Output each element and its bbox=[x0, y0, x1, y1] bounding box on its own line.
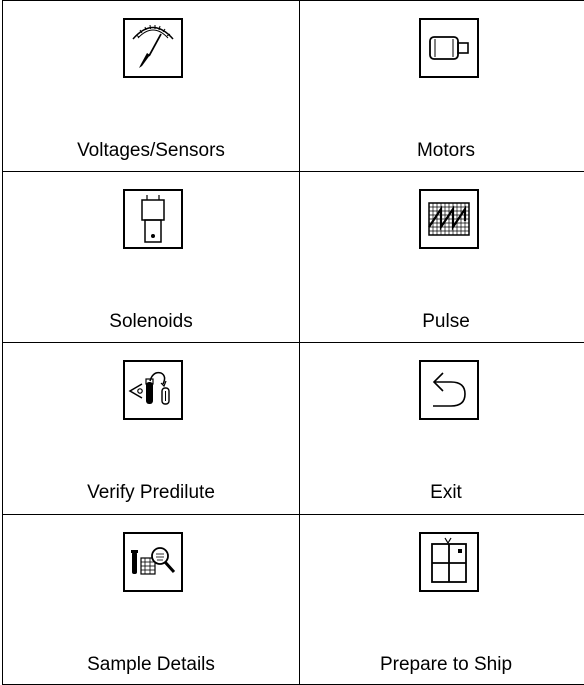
menu-item-label: Solenoids bbox=[109, 311, 193, 332]
sample-magnifier-icon bbox=[123, 532, 183, 592]
menu-item-exit[interactable]: Exit bbox=[300, 343, 584, 515]
menu-item-verify-predilute[interactable]: Verify Predilute bbox=[3, 343, 300, 515]
menu-item-prepare-to-ship[interactable]: Prepare to Ship bbox=[300, 515, 584, 684]
pulse-grid-icon bbox=[419, 189, 479, 249]
motor-icon bbox=[419, 18, 479, 78]
menu-item-voltages-sensors[interactable]: Voltages/Sensors bbox=[3, 1, 300, 172]
menu-item-label: Verify Predilute bbox=[87, 482, 215, 503]
menu-item-sample-details[interactable]: Sample Details bbox=[3, 515, 300, 684]
menu-item-motors[interactable]: Motors bbox=[300, 1, 584, 172]
menu-item-label: Exit bbox=[430, 482, 462, 503]
menu-item-solenoids[interactable]: Solenoids bbox=[3, 172, 300, 343]
solenoid-icon bbox=[123, 189, 183, 249]
menu-grid: Voltages/Sensors Motors Solenoids Pulse … bbox=[2, 0, 584, 685]
exit-arrow-icon bbox=[419, 360, 479, 420]
predilute-icon bbox=[123, 360, 183, 420]
menu-item-label: Voltages/Sensors bbox=[77, 140, 225, 161]
menu-item-label: Prepare to Ship bbox=[379, 654, 513, 675]
gauge-icon bbox=[123, 18, 183, 78]
ship-box-icon bbox=[419, 532, 479, 592]
menu-item-pulse[interactable]: Pulse bbox=[300, 172, 584, 343]
menu-item-label: Motors bbox=[416, 140, 476, 161]
menu-item-label: Pulse bbox=[422, 311, 470, 332]
menu-item-label: Sample Details bbox=[87, 654, 215, 675]
